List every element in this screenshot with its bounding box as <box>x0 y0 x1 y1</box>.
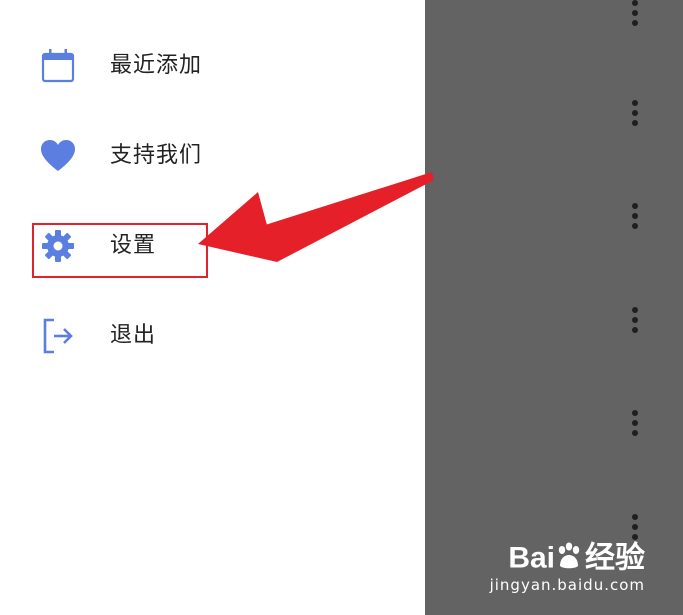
watermark-url: jingyan.baidu.com <box>489 576 645 594</box>
settings-highlight-box <box>32 223 208 278</box>
heart-icon <box>38 136 78 176</box>
menu-item-label: 退出 <box>110 323 157 348</box>
more-options-icon[interactable] <box>628 203 642 239</box>
more-options-icon[interactable] <box>628 410 642 446</box>
drawer-scrim-overlay[interactable] <box>425 0 683 615</box>
navigation-drawer: 最近添加 支持我们 设置 退出 <box>0 0 425 615</box>
menu-item-label: 最近添加 <box>110 53 203 78</box>
watermark-brand-right: 经验 <box>585 541 645 575</box>
paw-logo-icon <box>555 542 585 577</box>
calendar-icon <box>38 46 78 86</box>
menu-item-logout[interactable]: 退出 <box>0 296 425 376</box>
more-options-icon[interactable] <box>628 0 642 36</box>
more-options-icon[interactable] <box>628 307 642 343</box>
more-options-icon[interactable] <box>628 100 642 136</box>
baidu-jingyan-watermark: Bai 经验 jingyan.baidu.com <box>490 542 645 593</box>
menu-item-label: 支持我们 <box>110 143 203 168</box>
logout-icon <box>38 316 78 356</box>
watermark-brand-left: Bai <box>508 541 555 575</box>
menu-item-support-us[interactable]: 支持我们 <box>0 116 425 196</box>
menu-item-recently-added[interactable]: 最近添加 <box>0 26 425 106</box>
